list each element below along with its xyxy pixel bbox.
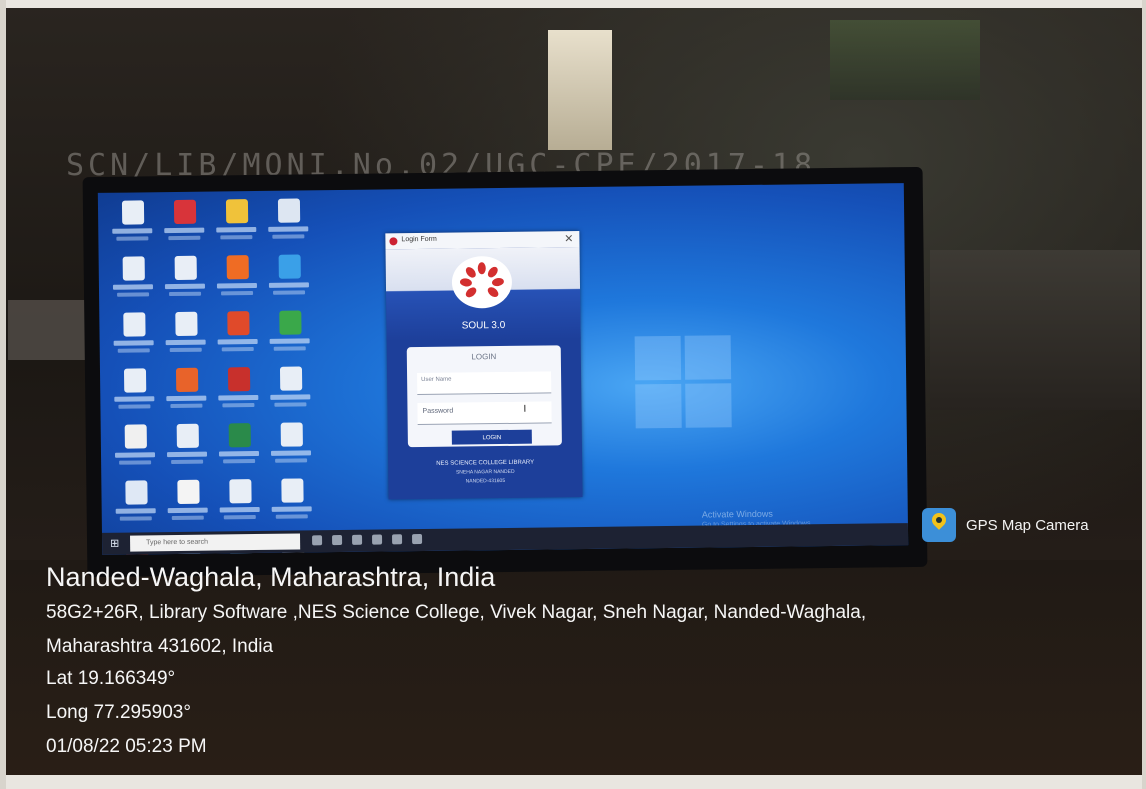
longitude: Long 77.295903° [46, 702, 191, 723]
desktop-icon-grid [110, 196, 324, 555]
login-footer: NES SCIENCE COLLEGE LIBRARY SNEHA NAGAR … [388, 459, 582, 485]
monitor-screen: Activate Windows Go to Settings to activ… [97, 183, 909, 555]
password-field[interactable]: Password [417, 401, 552, 426]
desktop-shortcut-icon[interactable] [165, 422, 210, 475]
background-cabinet [930, 250, 1140, 410]
file-explorer-icon[interactable] [352, 534, 363, 545]
photo-scene: SCN/LIB/MONI.No.02/UGC-CPE/2017-18 Activ… [0, 0, 1146, 789]
windows-logo-wallpaper [634, 335, 736, 432]
desktop-shortcut-icon[interactable] [111, 254, 156, 307]
soul-logo-icon [451, 255, 513, 309]
login-window-title: Login Form [401, 235, 437, 244]
desktop-shortcut-icon[interactable] [267, 252, 312, 305]
login-form-window: Login Form ✕ SOUL 3.0 LOGIN User Name Pa… [385, 231, 583, 500]
task-view-icon[interactable] [312, 535, 323, 546]
desktop-shortcut-icon[interactable] [217, 477, 262, 530]
address-line-1: 58G2+26R, Library Software ,NES Science … [46, 602, 867, 623]
gps-map-camera-badge: GPS Map Camera [922, 508, 1122, 542]
store-icon[interactable] [372, 534, 383, 545]
taskbar-pinned-apps [312, 534, 423, 546]
login-heading: LOGIN [471, 352, 497, 362]
taskbar-search-box[interactable]: Type here to search [130, 533, 301, 552]
desktop-shortcut-icon[interactable] [113, 478, 158, 531]
desktop-shortcut-icon[interactable] [217, 421, 262, 474]
desktop-shortcut-icon[interactable] [215, 253, 260, 306]
activate-windows-text: Activate Windows [701, 508, 773, 520]
desktop-shortcut-icon[interactable] [215, 309, 260, 362]
desktop-shortcut-icon[interactable] [267, 308, 312, 361]
desktop-shortcut-icon[interactable] [113, 422, 158, 475]
login-panel: LOGIN User Name Password I LOGIN [406, 345, 562, 448]
footer-city-line: NANDED-431605 [465, 477, 506, 485]
scan-border-left [0, 0, 6, 789]
desktop-shortcut-icon[interactable] [268, 364, 313, 417]
latitude: Lat 19.166349° [46, 668, 176, 689]
footer-address-line: SNEHA NAGAR NANDED [455, 468, 515, 476]
timestamp: 01/08/22 05:23 PM [46, 736, 207, 757]
username-field[interactable]: User Name [417, 371, 552, 396]
location-title: Nanded-Waghala, Maharashtra, India [46, 562, 496, 592]
desktop-shortcut-icon[interactable] [162, 198, 207, 251]
scan-border-right [1142, 0, 1146, 789]
app-name: SOUL 3.0 [461, 319, 506, 332]
desktop-shortcut-icon[interactable] [266, 196, 311, 249]
app-icon [389, 237, 398, 246]
text-cursor-icon: I [523, 403, 527, 415]
desktop-shortcut-icon[interactable] [269, 420, 314, 473]
edge-icon[interactable] [332, 534, 343, 546]
gps-badge-label: GPS Map Camera [966, 517, 1089, 534]
desktop-shortcut-icon[interactable] [163, 254, 208, 307]
login-button[interactable]: LOGIN [451, 429, 532, 445]
map-pin-icon [922, 508, 956, 542]
desktop-shortcut-icon[interactable] [269, 476, 314, 529]
footer-library-name: NES SCIENCE COLLEGE LIBRARY [436, 459, 535, 467]
desktop-shortcut-icon[interactable] [111, 310, 156, 363]
desktop-shortcut-icon[interactable] [214, 197, 259, 250]
address-line-2: Maharashtra 431602, India [46, 636, 274, 657]
windows-start-icon[interactable]: ⊞ [110, 538, 122, 550]
desktop-shortcut-icon[interactable] [163, 310, 208, 363]
scan-border-bottom [0, 775, 1146, 789]
close-icon[interactable]: ✕ [564, 232, 573, 245]
background-shelf [830, 20, 980, 100]
scan-border-top [0, 0, 1146, 8]
desktop-shortcut-icon[interactable] [165, 478, 210, 531]
background-paper [8, 300, 88, 360]
desktop-shortcut-icon[interactable] [216, 365, 261, 418]
desktop-shortcut-icon[interactable] [110, 198, 155, 251]
login-header: SOUL 3.0 [385, 247, 581, 342]
desktop-shortcut-icon[interactable] [164, 366, 209, 419]
mail-icon[interactable] [392, 534, 403, 545]
app-icon[interactable] [412, 534, 423, 545]
desktop-shortcut-icon[interactable] [112, 366, 157, 419]
background-window [548, 30, 612, 150]
